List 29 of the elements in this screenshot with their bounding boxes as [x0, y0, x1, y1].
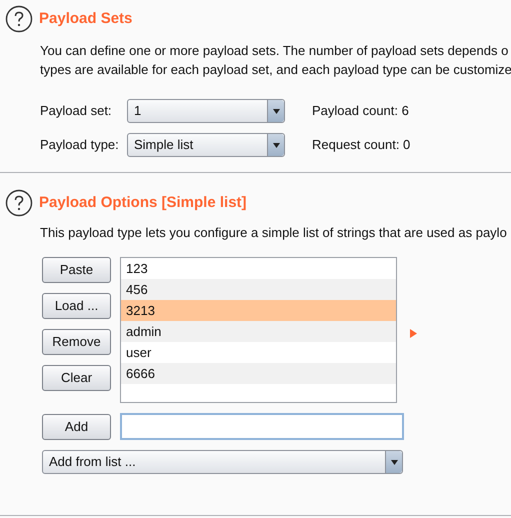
list-item[interactable]: 3213: [121, 300, 396, 321]
count-text: Payload count: 6: [312, 102, 409, 120]
list-item[interactable]: admin: [121, 321, 396, 342]
field-label: Payload set:: [40, 102, 113, 120]
dropdown[interactable]: 1: [127, 99, 285, 123]
payload-list[interactable]: 123 456 3213 admin user 6666: [120, 257, 397, 403]
dropdown[interactable]: Simple list: [127, 133, 285, 157]
help-icon[interactable]: [5, 5, 33, 33]
section-title: Payload Sets: [39, 8, 132, 29]
section-title: Payload Options [Simple list]: [39, 192, 247, 213]
add-button[interactable]: Add: [42, 414, 111, 440]
action-button[interactable]: Load ...: [42, 293, 111, 319]
field-label: Payload type:: [40, 136, 120, 154]
description-text: You can define one or more payload sets. The number of payload sets depends o: [40, 43, 510, 59]
description-text: This payload type lets you configure a simple list of strings that are used as paylo: [39, 224, 508, 241]
input-field[interactable]: [120, 413, 404, 440]
action-button[interactable]: Remove: [42, 329, 111, 355]
count-text: Request count: 0: [312, 136, 410, 154]
list-item[interactable]: 456: [121, 279, 396, 300]
dropdown[interactable]: Add from list ...: [42, 450, 403, 474]
caret-icon: [390, 460, 398, 464]
caret-icon: [272, 108, 280, 114]
description-text: types are available for each payload set, and each payload type can be customize: [40, 62, 511, 78]
list-item[interactable]: 6666: [121, 363, 396, 384]
action-button[interactable]: Paste: [42, 257, 111, 283]
help-icon[interactable]: [5, 189, 33, 217]
caret-icon: [272, 142, 280, 148]
action-button[interactable]: Clear: [42, 365, 111, 391]
triangle-marker-icon: [410, 329, 417, 338]
